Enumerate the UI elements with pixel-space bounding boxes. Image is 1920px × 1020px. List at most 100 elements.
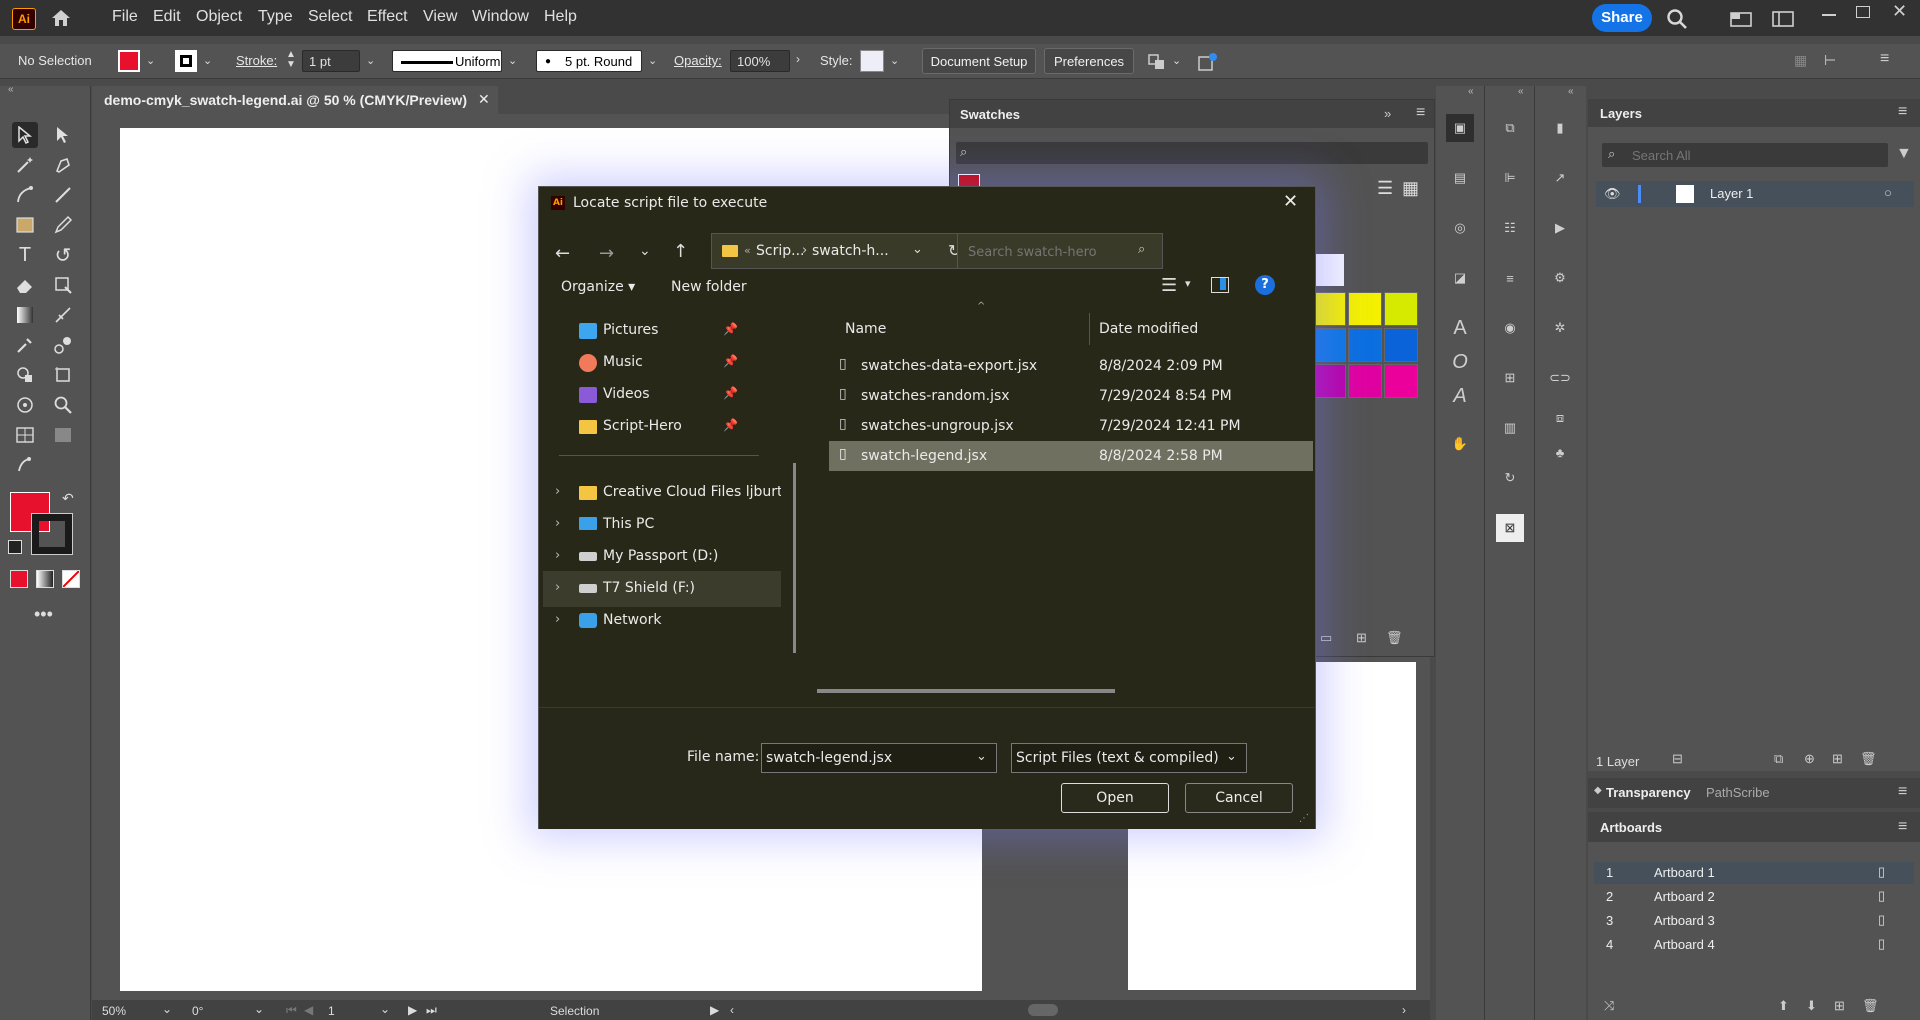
rectangle-tool-icon[interactable] <box>12 212 38 238</box>
preferences-button[interactable]: Preferences <box>1044 48 1134 74</box>
appearance-panel-icon[interactable]: ◎ <box>1446 214 1474 242</box>
graph-tool-icon[interactable] <box>12 422 38 448</box>
close-window-icon[interactable]: ✕ <box>1892 2 1910 20</box>
graphic-style-swatch[interactable] <box>860 50 884 72</box>
type-tool-icon[interactable]: T <box>12 242 38 268</box>
layer-row[interactable]: 👁 Layer 1 ○ <box>1596 181 1914 207</box>
menu-object[interactable]: Object <box>196 8 242 26</box>
artboard-number-field[interactable]: 1 <box>328 1004 335 1018</box>
back-icon[interactable]: ← <box>555 243 570 264</box>
minimize-icon[interactable] <box>1822 14 1836 16</box>
zoom-tool-icon[interactable] <box>50 392 76 418</box>
workspace-switcher-icon[interactable] <box>1770 8 1796 30</box>
symbols-panel-icon[interactable]: ✲ <box>1546 314 1574 342</box>
expand-chevron-icon[interactable]: › <box>555 484 560 499</box>
nav-item-pictures[interactable]: Pictures 📌 <box>543 313 781 349</box>
transparency-panel-icon[interactable]: ◪ <box>1446 264 1474 292</box>
stroke-weight-dropdown-icon[interactable]: ⌄ <box>366 54 375 67</box>
symbol-sprayer-tool-icon[interactable] <box>12 392 38 418</box>
artboard-name[interactable]: Artboard 3 <box>1654 913 1715 928</box>
nav-item-videos[interactable]: Videos 📌 <box>543 377 781 413</box>
glyphs-panel-icon[interactable]: A <box>1446 382 1474 410</box>
horizontal-scroll-thumb[interactable] <box>1028 1004 1058 1016</box>
default-colors-icon[interactable] <box>8 540 22 554</box>
scroll-right-icon[interactable]: › <box>1402 1003 1406 1017</box>
nav-item-this-pc[interactable]: › This PC <box>543 507 781 543</box>
brush-definition[interactable]: ● 5 pt. Round <box>536 50 642 72</box>
file-row[interactable]: ▯ swatches-random.jsx 7/29/2024 8:54 PM <box>829 381 1313 411</box>
menu-select[interactable]: Select <box>308 8 352 26</box>
status-menu-icon[interactable]: ▶ <box>710 1003 719 1017</box>
breadcrumb-swatch-hero[interactable]: swatch-h... <box>812 243 889 259</box>
settings-panel-icon[interactable]: ⚙ <box>1546 264 1574 292</box>
file-type-dropdown-icon[interactable]: ⌄ <box>1226 749 1237 764</box>
curvature-tool-icon[interactable] <box>12 182 38 208</box>
grid-view-icon[interactable]: ▦ <box>1402 178 1419 199</box>
menu-type[interactable]: Type <box>258 8 293 26</box>
breadcrumb-scripts[interactable]: Scrip... <box>756 243 804 259</box>
selection-tool-icon[interactable] <box>12 122 38 148</box>
swatch-cell[interactable] <box>1312 328 1346 362</box>
close-document-icon[interactable]: ✕ <box>478 91 490 108</box>
graphic-styles-panel-icon[interactable]: ▥ <box>1496 414 1524 442</box>
gradient-mode-icon[interactable] <box>36 570 54 588</box>
paintbrush-tool-icon[interactable] <box>50 182 76 208</box>
pin-icon[interactable]: 📌 <box>723 322 738 336</box>
artboards-panel-title[interactable]: Artboards <box>1600 820 1662 835</box>
organize-button[interactable]: Organize ▾ <box>561 279 635 295</box>
slice-tool-icon[interactable] <box>50 422 76 448</box>
menu-edit[interactable]: Edit <box>153 8 181 26</box>
pen-tool-icon[interactable] <box>50 152 76 178</box>
expand-chevron-icon[interactable]: › <box>555 612 560 627</box>
swatch-cell[interactable] <box>1384 292 1418 326</box>
view-options-icon[interactable]: ☰ <box>1161 275 1177 296</box>
arrange-dropdown-icon[interactable]: ⌄ <box>1172 54 1181 67</box>
file-row[interactable]: ▯ swatches-ungroup.jsx 7/29/2024 12:41 P… <box>829 411 1313 441</box>
artboard-row[interactable]: 1 Artboard 1 ▯ <box>1594 862 1914 884</box>
eyedropper-tool-icon[interactable] <box>12 332 38 358</box>
magic-wand-tool-icon[interactable] <box>12 152 38 178</box>
swatch-cell[interactable] <box>1312 364 1346 398</box>
opacity-arrow-icon[interactable]: › <box>796 52 800 66</box>
recolor-icon[interactable] <box>1196 50 1220 74</box>
eraser-tool-icon[interactable] <box>12 272 38 298</box>
artboard-options-icon[interactable]: ▯ <box>1878 864 1885 880</box>
color-guide-panel-icon[interactable]: ◉ <box>1496 314 1524 342</box>
opacity-field[interactable]: 100% <box>730 50 790 72</box>
swatch-cell[interactable] <box>1348 292 1382 326</box>
dialog-search-input[interactable] <box>966 242 1130 262</box>
cancel-button[interactable]: Cancel <box>1185 783 1293 813</box>
recent-locations-icon[interactable]: ⌄ <box>639 243 651 259</box>
swatch-cell[interactable] <box>1384 364 1418 398</box>
dialog-close-icon[interactable]: ✕ <box>1283 191 1298 212</box>
navigator-panel-icon[interactable]: ⊠ <box>1496 514 1524 542</box>
menu-effect[interactable]: Effect <box>367 8 408 26</box>
swatch-white[interactable] <box>1312 254 1344 286</box>
swatch-cell[interactable] <box>1384 328 1418 362</box>
brush-dropdown-icon[interactable]: ⌄ <box>648 54 657 67</box>
nav-item-creative-cloud[interactable]: › Creative Cloud Files ljburt <box>543 475 781 511</box>
fill-swatch[interactable] <box>118 50 140 72</box>
fill-dropdown-icon[interactable]: ⌄ <box>146 54 155 67</box>
stroke-stepper-icon[interactable]: ▲ ▼ <box>286 50 296 70</box>
column-divider[interactable] <box>1089 313 1090 345</box>
menu-help[interactable]: Help <box>544 8 577 26</box>
stroke-dropdown-icon[interactable]: ⌄ <box>203 54 212 67</box>
file-row-selected[interactable]: ▯ swatch-legend.jsx 8/8/2024 2:58 PM <box>829 441 1313 471</box>
file-row[interactable]: ▯ swatches-data-export.jsx 8/8/2024 2:09… <box>829 351 1313 381</box>
arrange-documents-icon[interactable] <box>1728 8 1754 30</box>
column-header-date[interactable]: Date modified <box>1099 321 1198 337</box>
puppet-warp-icon[interactable]: ✋ <box>1446 430 1474 458</box>
artboards-panel-icon[interactable]: ▮ <box>1546 114 1574 142</box>
make-clipping-mask-icon[interactable]: ⧉ <box>1774 751 1783 767</box>
expand-chevron-icon[interactable]: › <box>555 516 560 531</box>
gradient-panel-icon[interactable]: ▤ <box>1446 164 1474 192</box>
preview-pane-icon[interactable] <box>1211 277 1229 293</box>
dialog-search-box[interactable]: ⌕ <box>957 233 1163 269</box>
properties-panel-icon[interactable]: ☷ <box>1496 214 1524 242</box>
menu-file[interactable]: File <box>112 8 138 26</box>
nav-item-network[interactable]: › Network <box>543 603 781 639</box>
more-options-icon[interactable]: ≡ <box>1880 50 1889 68</box>
character-panel-icon[interactable]: A <box>1446 314 1474 342</box>
move-down-icon[interactable]: ⬇ <box>1806 998 1817 1014</box>
